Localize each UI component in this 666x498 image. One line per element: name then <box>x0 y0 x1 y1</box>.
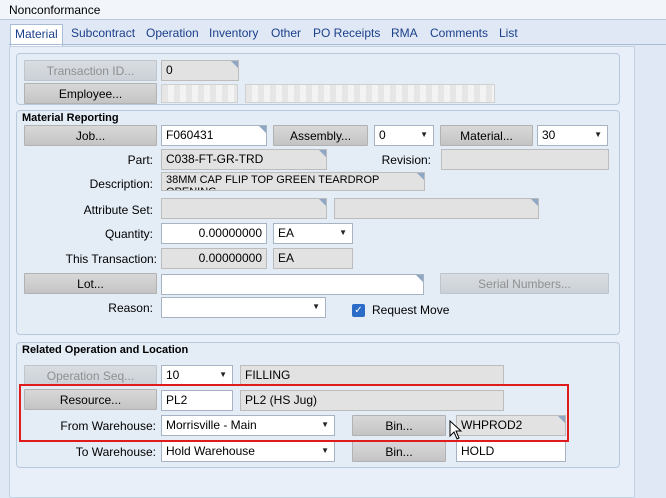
tab-divider <box>9 44 666 45</box>
this-transaction-uom: EA <box>273 248 353 269</box>
this-transaction-label: This Transaction: <box>65 252 157 266</box>
quantity-label: Quantity: <box>104 227 153 241</box>
material-button[interactable]: Material... <box>440 125 533 146</box>
operation-seq-select[interactable]: 10 <box>161 365 233 386</box>
attribute-set-field <box>161 198 327 219</box>
request-move-checkbox[interactable]: ✓ <box>352 304 365 317</box>
employee-id-redacted <box>161 84 238 103</box>
quantity-uom-select[interactable]: EA <box>273 223 353 244</box>
tab-operation[interactable]: Operation <box>146 24 199 44</box>
part-field: C038-FT-GR-TRD <box>161 149 327 170</box>
revision-field <box>441 149 609 170</box>
tab-subcontract[interactable]: Subcontract <box>71 24 135 44</box>
transaction-id-button[interactable]: Transaction ID... <box>24 60 157 81</box>
job-field[interactable]: F060431 <box>161 125 267 146</box>
to-bin-button[interactable]: Bin... <box>352 441 446 462</box>
lot-button[interactable]: Lot... <box>24 273 157 294</box>
attribute-set-label: Attribute Set: <box>83 203 153 217</box>
employee-button[interactable]: Employee... <box>24 83 157 104</box>
part-label: Part: <box>127 153 153 167</box>
tab-rma[interactable]: RMA <box>391 24 418 44</box>
quantity-field[interactable]: 0.00000000 <box>161 223 267 244</box>
to-bin-field[interactable]: HOLD <box>456 441 566 462</box>
this-transaction-field: 0.00000000 <box>161 248 267 269</box>
tab-material[interactable]: Material <box>10 24 63 46</box>
employee-name-redacted <box>245 84 495 103</box>
operation-description: FILLING <box>240 365 504 386</box>
operation-seq-button[interactable]: Operation Seq... <box>24 365 157 386</box>
tab-inventory[interactable]: Inventory <box>209 24 258 44</box>
related-operation-header: Related Operation and Location <box>22 344 189 356</box>
serial-numbers-button[interactable]: Serial Numbers... <box>440 273 609 294</box>
to-warehouse-select[interactable]: Hold Warehouse <box>161 441 335 462</box>
highlight-box <box>19 384 569 442</box>
lot-field[interactable] <box>161 274 424 295</box>
request-move-label: Request Move <box>372 303 450 317</box>
assembly-select[interactable]: 0 <box>374 125 434 146</box>
material-reporting-header: Material Reporting <box>22 112 119 124</box>
tab-po-receipts[interactable]: PO Receipts <box>313 24 380 44</box>
tab-list[interactable]: List <box>499 24 518 44</box>
tab-other[interactable]: Other <box>271 24 301 44</box>
reason-select[interactable] <box>161 297 326 318</box>
attribute-set-description <box>334 198 539 219</box>
material-select[interactable]: 30 <box>537 125 608 146</box>
job-button[interactable]: Job... <box>24 125 157 146</box>
description-label: Description: <box>89 177 153 191</box>
mouse-cursor-icon <box>449 420 463 440</box>
tab-comments[interactable]: Comments <box>430 24 488 44</box>
reason-label: Reason: <box>108 301 153 315</box>
description-field: 38MM CAP FLIP TOP GREEN TEARDROP OPENING <box>161 172 425 191</box>
to-warehouse-label: To Warehouse: <box>75 445 156 459</box>
assembly-button[interactable]: Assembly... <box>273 125 368 146</box>
window-titlebar: Nonconformance <box>0 0 666 20</box>
revision-label: Revision: <box>381 153 431 167</box>
transaction-id-field: 0 <box>161 60 239 81</box>
window-title: Nonconformance <box>9 3 101 17</box>
